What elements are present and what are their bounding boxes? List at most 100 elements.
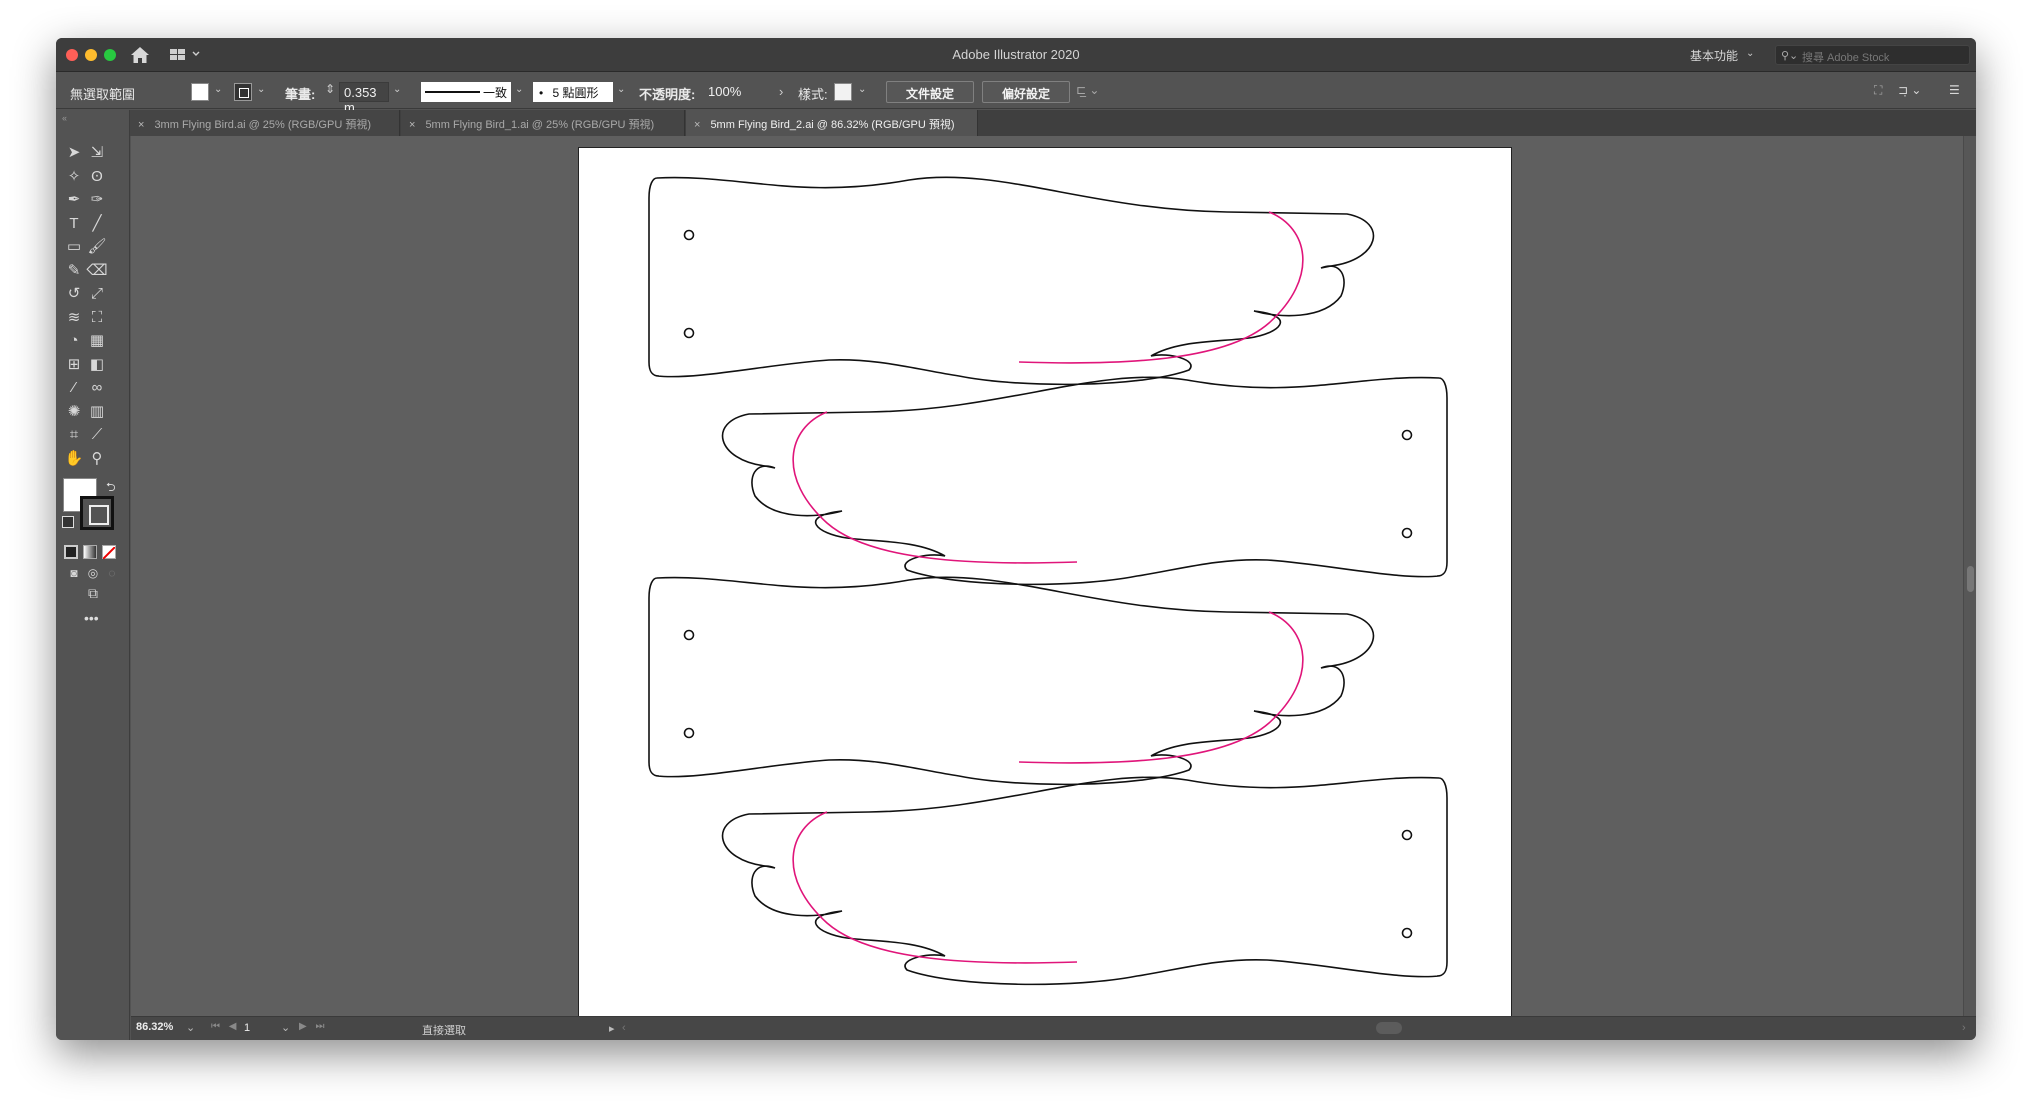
mesh-tool-icon[interactable]: ⊞ [62, 354, 86, 376]
graphic-style-swatch[interactable] [834, 83, 852, 101]
tab-label: 3mm Flying Bird.ai @ 25% (RGB/GPU 預視) [154, 119, 371, 131]
close-tab-icon[interactable]: × [409, 119, 415, 131]
brush-definition-select[interactable]: • 5 點圓形 [533, 82, 613, 102]
wing-piece-2[interactable] [721, 376, 1448, 586]
swap-fill-stroke-icon[interactable]: ⮌ [106, 478, 116, 499]
artboard-prev-icon[interactable]: ⏮ ◀ [211, 1021, 239, 1032]
hand-tool-icon[interactable]: ✋ [62, 448, 86, 470]
transform-icon[interactable]: ⊐̣ ⌄ [1898, 83, 1921, 97]
draw-inside-icon[interactable]: ◌ [100, 562, 124, 584]
chevron-down-icon[interactable]: ⌄ [515, 84, 523, 95]
horizontal-scroll-thumb[interactable] [1376, 1022, 1402, 1034]
zoom-tool-icon[interactable]: ⚲ [85, 448, 109, 470]
stroke-weight-input[interactable]: 0.353 m [339, 82, 389, 115]
wing-piece-1[interactable] [648, 176, 1375, 386]
control-bar: 無選取範圍 ⌄ ⌄ 筆畫: ⇕ 0.353 m ⌄ 一致 ⌄ • 5 點圓形 ⌄… [56, 73, 1976, 115]
vertical-scrollbar[interactable] [1963, 136, 1976, 1016]
canvas-area[interactable] [131, 136, 1963, 1021]
scroll-right-icon[interactable]: › [1962, 1022, 1966, 1034]
line-segment-tool-icon[interactable]: ╱ [85, 213, 109, 235]
panel-menu-icon[interactable]: ☰ [1949, 83, 1960, 97]
workspace-switcher[interactable]: 基本功能 [1690, 47, 1738, 64]
close-tab-icon[interactable]: × [694, 119, 700, 131]
shaper-tool-icon[interactable]: ✎ [62, 260, 86, 282]
window-title: Adobe Illustrator 2020 [952, 47, 1080, 62]
tab-document-1[interactable]: × 3mm Flying Bird.ai @ 25% (RGB/GPU 預視) [130, 110, 400, 136]
zoom-level[interactable]: 86.32% [136, 1021, 173, 1033]
arrange-icon[interactable]: ⊏̲ ⌄ [1076, 83, 1099, 97]
more-tools-icon[interactable]: ••• [84, 610, 99, 626]
current-tool-status: 直接選取 [422, 1025, 466, 1037]
document-setup-button[interactable]: 文件設定 [886, 81, 974, 103]
status-menu-icon[interactable]: ▸ [609, 1022, 615, 1035]
artboard-number[interactable]: 1 [244, 1022, 250, 1034]
tools-panel: ‹‹ ➤ ⇲ ✧ ʘ ✒ ✑ T ╱ ▭ 🖌 ✎ ⌫ ↺ ⤢ ≋ ⛶ ◔ ▦ ⊞ ◧ ⁄ ∞ ✺ ▥ ⌗ ⟋ ✋ ⚲ ⮌ ◙ ◎ ◌ … [56, 110, 130, 1040]
selection-status: 無選取範圍 [70, 87, 136, 102]
artboard-tool-icon[interactable]: ⌗ [62, 424, 86, 446]
chevron-down-icon[interactable]: ⌄ [617, 84, 625, 95]
lasso-tool-icon[interactable]: ʘ [85, 166, 109, 188]
brush-dot-icon: • [539, 86, 544, 100]
blend-tool-icon[interactable]: ∞ [85, 377, 109, 399]
chevron-down-icon[interactable]: ⌄ [858, 84, 866, 95]
brush-label: 5 點圓形 [552, 86, 599, 100]
width-tool-icon[interactable]: ≋ [62, 307, 86, 329]
stroke-line-preview [425, 91, 480, 93]
chevron-down-icon[interactable]: ⌄ [186, 1021, 195, 1034]
magic-wand-tool-icon[interactable]: ✧ [62, 166, 86, 188]
type-tool-icon[interactable]: T [62, 213, 86, 235]
wing-piece-3[interactable] [648, 576, 1375, 786]
chevron-down-icon[interactable]: ⌄ [257, 84, 265, 95]
color-mode-icon[interactable] [64, 545, 78, 559]
chevron-down-icon[interactable]: ⌄ [1746, 48, 1754, 59]
paintbrush-tool-icon[interactable]: 🖌 [85, 236, 109, 258]
column-graph-tool-icon[interactable]: ▥ [85, 401, 109, 423]
collapse-panel-icon[interactable]: ‹‹ [62, 113, 67, 123]
eraser-tool-icon[interactable]: ⌫ [85, 260, 109, 282]
stroke-profile-label: 一致 [482, 86, 507, 100]
default-fill-stroke-icon[interactable] [62, 516, 74, 528]
chevron-down-icon[interactable]: ⌄ [214, 84, 222, 95]
direct-selection-tool-icon[interactable]: ⇲ [85, 142, 109, 164]
none-mode-icon[interactable] [102, 545, 116, 560]
align-icon[interactable]: ⛶ [1874, 83, 1882, 98]
stepper-icon[interactable]: ⇕ [325, 82, 335, 96]
stroke-color-swatch[interactable] [234, 83, 252, 101]
scale-tool-icon[interactable]: ⤢ [85, 283, 109, 305]
fill-color-swatch[interactable] [191, 83, 209, 101]
search-icon: ⚲⌄ [1781, 50, 1799, 62]
selection-tool-icon[interactable]: ➤ [62, 142, 86, 164]
preferences-button[interactable]: 偏好設定 [982, 81, 1070, 103]
artboard[interactable] [578, 147, 1512, 1021]
chevron-down-icon[interactable]: ⌄ [281, 1021, 290, 1034]
stock-search-placeholder: 搜尋 Adobe Stock [1802, 52, 1890, 64]
scroll-thumb[interactable] [1967, 566, 1974, 592]
eyedropper-tool-icon[interactable]: ⁄ [62, 377, 86, 399]
stock-search-input[interactable]: ⚲⌄ 搜尋 Adobe Stock [1775, 45, 1970, 65]
shape-builder-tool-icon[interactable]: ◔ [62, 330, 86, 352]
symbol-sprayer-tool-icon[interactable]: ✺ [62, 401, 86, 423]
rectangle-tool-icon[interactable]: ▭ [62, 236, 86, 258]
stroke-swatch[interactable] [80, 496, 114, 530]
chevron-right-icon[interactable]: › [779, 84, 783, 99]
tab-document-2[interactable]: × 5mm Flying Bird_1.ai @ 25% (RGB/GPU 預視) [401, 110, 685, 136]
wing-piece-4[interactable] [721, 776, 1448, 986]
curvature-tool-icon[interactable]: ✑ [85, 189, 109, 211]
chevron-down-icon[interactable]: ⌄ [393, 84, 401, 95]
rotate-tool-icon[interactable]: ↺ [62, 283, 86, 305]
scroll-left-icon[interactable]: ‹ [622, 1022, 626, 1034]
pen-tool-icon[interactable]: ✒ [62, 189, 86, 211]
perspective-grid-tool-icon[interactable]: ▦ [85, 330, 109, 352]
tab-document-3[interactable]: × 5mm Flying Bird_2.ai @ 86.32% (RGB/GPU … [686, 110, 978, 136]
screen-mode-icon[interactable]: ⧉ [81, 582, 105, 604]
gradient-mode-icon[interactable] [83, 545, 97, 559]
document-tab-bar: × 3mm Flying Bird.ai @ 25% (RGB/GPU 預視) ×… [130, 110, 1976, 136]
free-transform-tool-icon[interactable]: ⛶ [85, 307, 109, 329]
close-tab-icon[interactable]: × [138, 119, 144, 131]
tab-label: 5mm Flying Bird_2.ai @ 86.32% (RGB/GPU 預… [710, 119, 955, 131]
opacity-input[interactable]: 100% [704, 82, 754, 102]
slice-tool-icon[interactable]: ⟋ [85, 424, 109, 446]
gradient-tool-icon[interactable]: ◧ [85, 354, 109, 376]
stroke-profile-select[interactable]: 一致 [421, 82, 511, 102]
artboard-next-icon[interactable]: ▶ ⏭ [299, 1021, 327, 1032]
